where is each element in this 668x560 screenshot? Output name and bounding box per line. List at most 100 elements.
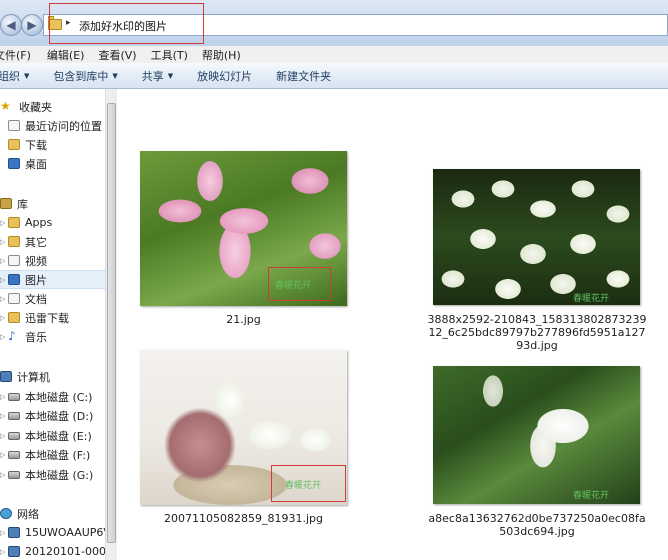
- expand-arrow-icon[interactable]: ▷: [0, 295, 8, 303]
- expand-arrow-icon[interactable]: ▷: [0, 471, 8, 479]
- sidebar-item-drive-g[interactable]: ▷ 本地磁盘 (G:): [0, 465, 105, 484]
- recent-places-icon: [8, 120, 20, 131]
- share-label: 共享: [141, 69, 164, 83]
- sidebar-section-label: 网络: [17, 507, 39, 521]
- expand-arrow-icon[interactable]: ▷: [0, 219, 8, 227]
- folder-icon: [8, 236, 20, 247]
- folder-icon: [8, 312, 20, 323]
- forward-button[interactable]: ▶: [21, 14, 43, 36]
- sidebar-item-videos[interactable]: ▷ 视频: [0, 251, 105, 270]
- star-icon: ★: [0, 99, 11, 113]
- watermark-text: 春暖花开: [573, 491, 610, 501]
- file-name-label[interactable]: a8ec8a13632762d0be737250a0ec08fa503dc694…: [426, 512, 648, 538]
- file-thumbnail-21[interactable]: 春暖花开: [140, 151, 347, 306]
- include-in-library-button[interactable]: 包含到库中 ▼: [53, 68, 117, 84]
- sidebar-item-label: 本地磁盘 (F:): [25, 448, 91, 462]
- expand-arrow-icon[interactable]: ▷: [0, 314, 8, 322]
- organize-button[interactable]: 组织 ▼: [0, 68, 29, 84]
- menu-edit[interactable]: 编辑(E): [47, 47, 93, 63]
- sidebar-item-label: Apps: [25, 216, 53, 229]
- sidebar-item-recent[interactable]: 最近访问的位置: [0, 116, 105, 135]
- sidebar-libraries[interactable]: 库: [0, 194, 105, 213]
- sidebar-item-drive-d[interactable]: ▷ 本地磁盘 (D:): [0, 406, 105, 425]
- sidebar-item-music[interactable]: ▷ ♪ 音乐: [0, 327, 105, 346]
- chevron-down-icon: ▼: [167, 71, 174, 80]
- file-thumbnail-a8ec8a13[interactable]: 春暖花开: [433, 366, 640, 504]
- menu-tools[interactable]: 工具(T): [151, 47, 196, 63]
- drive-icon: [8, 392, 20, 401]
- expand-arrow-icon[interactable]: ▷: [0, 276, 8, 284]
- document-icon: [8, 293, 20, 304]
- expand-arrow-icon[interactable]: ▷: [0, 432, 8, 440]
- sidebar-item-host-1[interactable]: ▷ 15UWOAAUP6V: [0, 523, 105, 542]
- expand-arrow-icon[interactable]: ▷: [0, 257, 8, 265]
- sidebar-item-label: 视频: [25, 254, 47, 268]
- scrollbar-thumb[interactable]: [107, 103, 116, 543]
- include-in-library-label: 包含到库中: [53, 69, 109, 83]
- slideshow-button[interactable]: 放映幻灯片: [197, 68, 252, 84]
- sidebar-section-label: 收藏夹: [19, 100, 52, 114]
- sidebar-item-apps[interactable]: ▷ Apps: [0, 213, 105, 232]
- file-thumbnail-20071105082859[interactable]: 春暖花开: [140, 350, 347, 505]
- desktop-icon: [8, 158, 20, 169]
- file-thumbnail-3888x2592[interactable]: 春暖花开: [433, 169, 640, 305]
- sidebar-item-pictures[interactable]: ▷ 图片: [0, 270, 105, 289]
- menu-view[interactable]: 查看(V): [98, 47, 144, 63]
- new-folder-button[interactable]: 新建文件夹: [276, 68, 331, 84]
- sidebar-computer[interactable]: 计算机: [0, 367, 105, 386]
- expand-arrow-icon[interactable]: ▷: [0, 393, 8, 401]
- expand-arrow-icon[interactable]: ▷: [0, 238, 8, 246]
- sidebar-item-drive-c[interactable]: ▷ 本地磁盘 (C:): [0, 387, 105, 406]
- expand-arrow-icon[interactable]: ▷: [0, 529, 8, 537]
- sidebar-item-label: 迅雷下载: [25, 311, 69, 325]
- watermark-text: 春暖花开: [285, 481, 322, 491]
- folder-icon: [8, 217, 20, 228]
- expand-arrow-icon[interactable]: ▷: [0, 451, 8, 459]
- sidebar-item-downloads[interactable]: 下载: [0, 135, 105, 154]
- organize-label: 组织: [0, 69, 20, 83]
- share-button[interactable]: 共享 ▼: [142, 68, 173, 84]
- expand-arrow-icon[interactable]: ▷: [0, 548, 8, 556]
- sidebar-item-drive-e[interactable]: ▷ 本地磁盘 (E:): [0, 426, 105, 445]
- watermark-text: 春暖花开: [275, 281, 312, 291]
- sidebar-item-desktop[interactable]: 桌面: [0, 154, 105, 173]
- sidebar-item-label: 本地磁盘 (G:): [25, 468, 94, 482]
- computer-icon: [8, 527, 20, 538]
- command-bar: 组织 ▼ 包含到库中 ▼ 共享 ▼ 放映幻灯片 新建文件夹: [0, 63, 668, 89]
- sidebar-scrollbar[interactable]: [105, 89, 117, 560]
- navigation-pane: ★ 收藏夹 最近访问的位置 下载 桌面 库 ▷ Apps ▷ 其它 ▷ 视频 ▷…: [0, 89, 105, 560]
- back-button[interactable]: ◀: [0, 14, 22, 36]
- sidebar-item-label: 本地磁盘 (C:): [25, 390, 93, 404]
- menu-help[interactable]: 帮助(H): [202, 47, 249, 63]
- pictures-icon: [8, 274, 20, 285]
- computer-icon: [8, 546, 20, 557]
- sidebar-item-label: 最近访问的位置: [25, 119, 102, 133]
- sidebar-item-label: 桌面: [25, 157, 47, 171]
- sidebar-favorites[interactable]: ★ 收藏夹: [0, 97, 105, 116]
- network-icon: [0, 508, 12, 519]
- sidebar-item-other[interactable]: ▷ 其它: [0, 232, 105, 251]
- sidebar-item-label: 15UWOAAUP6V: [25, 526, 105, 539]
- address-bar-area: ◀ ▶ ▸ 添加好水印的图片: [0, 0, 668, 47]
- drive-icon: [8, 450, 20, 459]
- menu-file[interactable]: 文件(F): [0, 47, 39, 63]
- sidebar-item-label: 本地磁盘 (E:): [25, 429, 92, 443]
- library-icon: [0, 198, 12, 209]
- file-name-label[interactable]: 3888x2592-210843_15831380287323912_6c25b…: [426, 313, 648, 352]
- sidebar-item-host-2[interactable]: ▷ 20120101-0008: [0, 542, 105, 560]
- downloads-folder-icon: [8, 139, 20, 150]
- file-name-label[interactable]: 20071105082859_81931.jpg: [140, 512, 347, 525]
- sidebar-section-label: 计算机: [17, 370, 50, 384]
- sidebar-item-documents[interactable]: ▷ 文档: [0, 289, 105, 308]
- sidebar-item-drive-f[interactable]: ▷ 本地磁盘 (F:): [0, 445, 105, 464]
- sidebar-item-thunder-downloads[interactable]: ▷ 迅雷下载: [0, 308, 105, 327]
- expand-arrow-icon[interactable]: ▷: [0, 333, 8, 341]
- expand-arrow-icon[interactable]: ▷: [0, 412, 8, 420]
- drive-icon: [8, 470, 20, 479]
- menu-bar: 文件(F) 编辑(E) 查看(V) 工具(T) 帮助(H): [0, 46, 668, 64]
- computer-icon: [0, 371, 12, 382]
- file-name-label[interactable]: 21.jpg: [140, 313, 347, 326]
- drive-icon: [8, 431, 20, 440]
- sidebar-network[interactable]: 网络: [0, 504, 105, 523]
- video-icon: [8, 255, 20, 266]
